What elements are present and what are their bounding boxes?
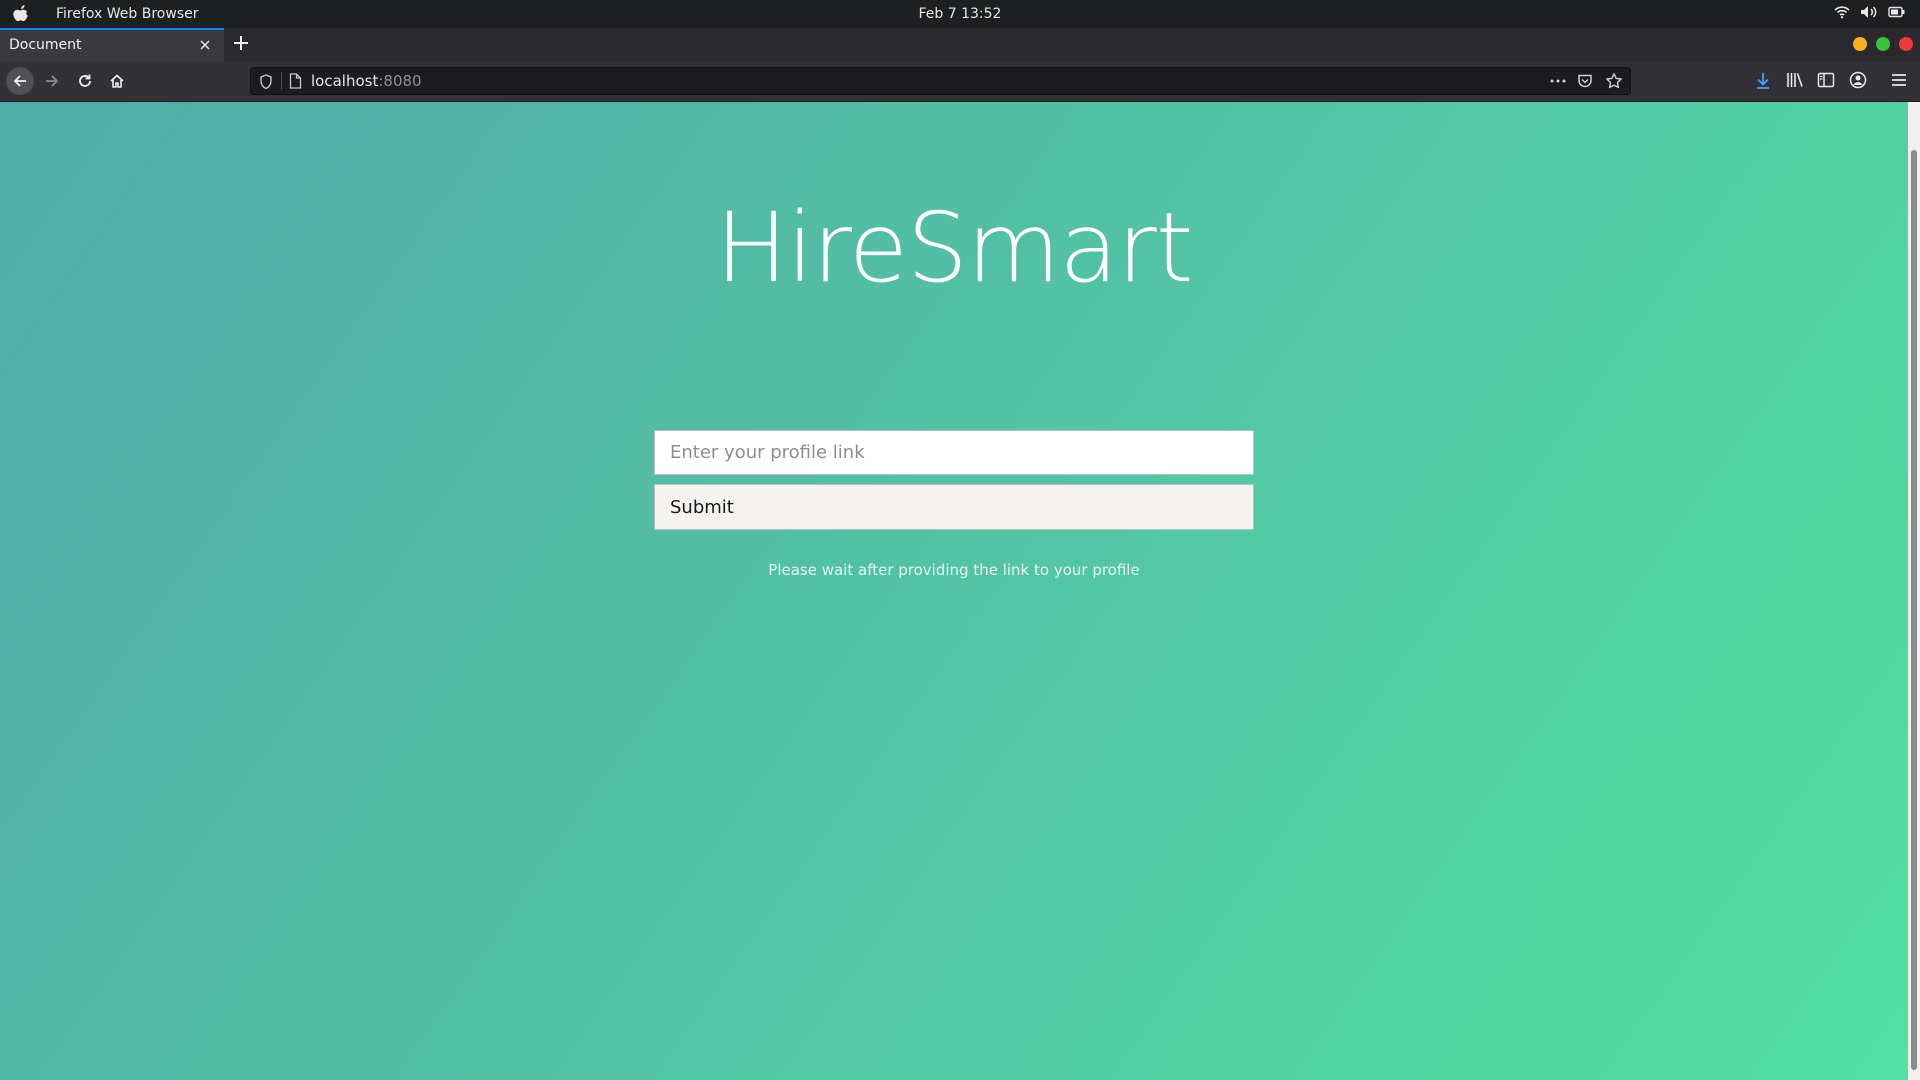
window-close-button[interactable] <box>1899 37 1913 51</box>
page-title: HireSmart <box>715 192 1194 304</box>
back-button[interactable] <box>6 67 34 95</box>
system-tray <box>1834 5 1906 19</box>
url-host: localhost <box>311 72 379 90</box>
tab-title: Document <box>9 37 82 53</box>
page-icon[interactable] <box>289 73 302 89</box>
sidebar-icon[interactable] <box>1817 71 1835 89</box>
forward-button[interactable] <box>40 69 64 93</box>
volume-icon[interactable] <box>1860 5 1878 19</box>
navigation-toolbar: localhost:8080 <box>0 61 1920 102</box>
new-tab-plus-icon[interactable] <box>232 34 250 52</box>
window-minimize-button[interactable] <box>1853 37 1867 51</box>
reload-icon <box>79 74 91 87</box>
close-icon[interactable] <box>198 38 212 52</box>
page-viewport: HireSmart Submit Please wait after provi… <box>0 102 1908 1080</box>
url-bar[interactable]: localhost:8080 <box>250 67 1631 95</box>
home-button[interactable] <box>105 69 129 93</box>
reload-button[interactable] <box>73 69 97 93</box>
url-text[interactable]: localhost:8080 <box>311 72 422 90</box>
submit-button[interactable]: Submit <box>654 484 1254 530</box>
more-actions-icon[interactable] <box>1549 73 1567 89</box>
page-scrollbar[interactable] <box>1908 102 1920 1080</box>
window-maximize-button[interactable] <box>1876 37 1890 51</box>
tab-strip: Document <box>0 28 1920 61</box>
battery-icon[interactable] <box>1888 6 1906 18</box>
library-icon[interactable] <box>1786 71 1804 89</box>
os-app-name[interactable]: Firefox Web Browser <box>56 6 199 22</box>
url-divider <box>281 72 282 90</box>
pocket-icon[interactable] <box>1577 73 1593 89</box>
url-port: :8080 <box>378 72 422 90</box>
arrow-right-icon <box>46 75 59 87</box>
bookmark-star-icon[interactable] <box>1605 72 1623 90</box>
os-clock[interactable]: Feb 7 13:52 <box>0 6 1920 22</box>
account-icon[interactable] <box>1849 71 1867 89</box>
shield-icon[interactable] <box>259 74 273 90</box>
tab-document[interactable]: Document <box>0 28 224 61</box>
apple-icon[interactable] <box>13 5 30 23</box>
os-top-bar: Firefox Web Browser Feb 7 13:52 <box>0 0 1920 28</box>
home-icon <box>110 74 124 88</box>
wifi-icon[interactable] <box>1834 5 1850 19</box>
profile-link-input[interactable] <box>654 430 1254 475</box>
scrollbar-thumb[interactable] <box>1911 150 1917 1070</box>
arrow-left-icon <box>13 75 26 87</box>
wait-hint-text: Please wait after providing the link to … <box>768 561 1140 579</box>
hamburger-menu-icon[interactable] <box>1890 71 1908 89</box>
download-icon[interactable] <box>1754 71 1772 91</box>
